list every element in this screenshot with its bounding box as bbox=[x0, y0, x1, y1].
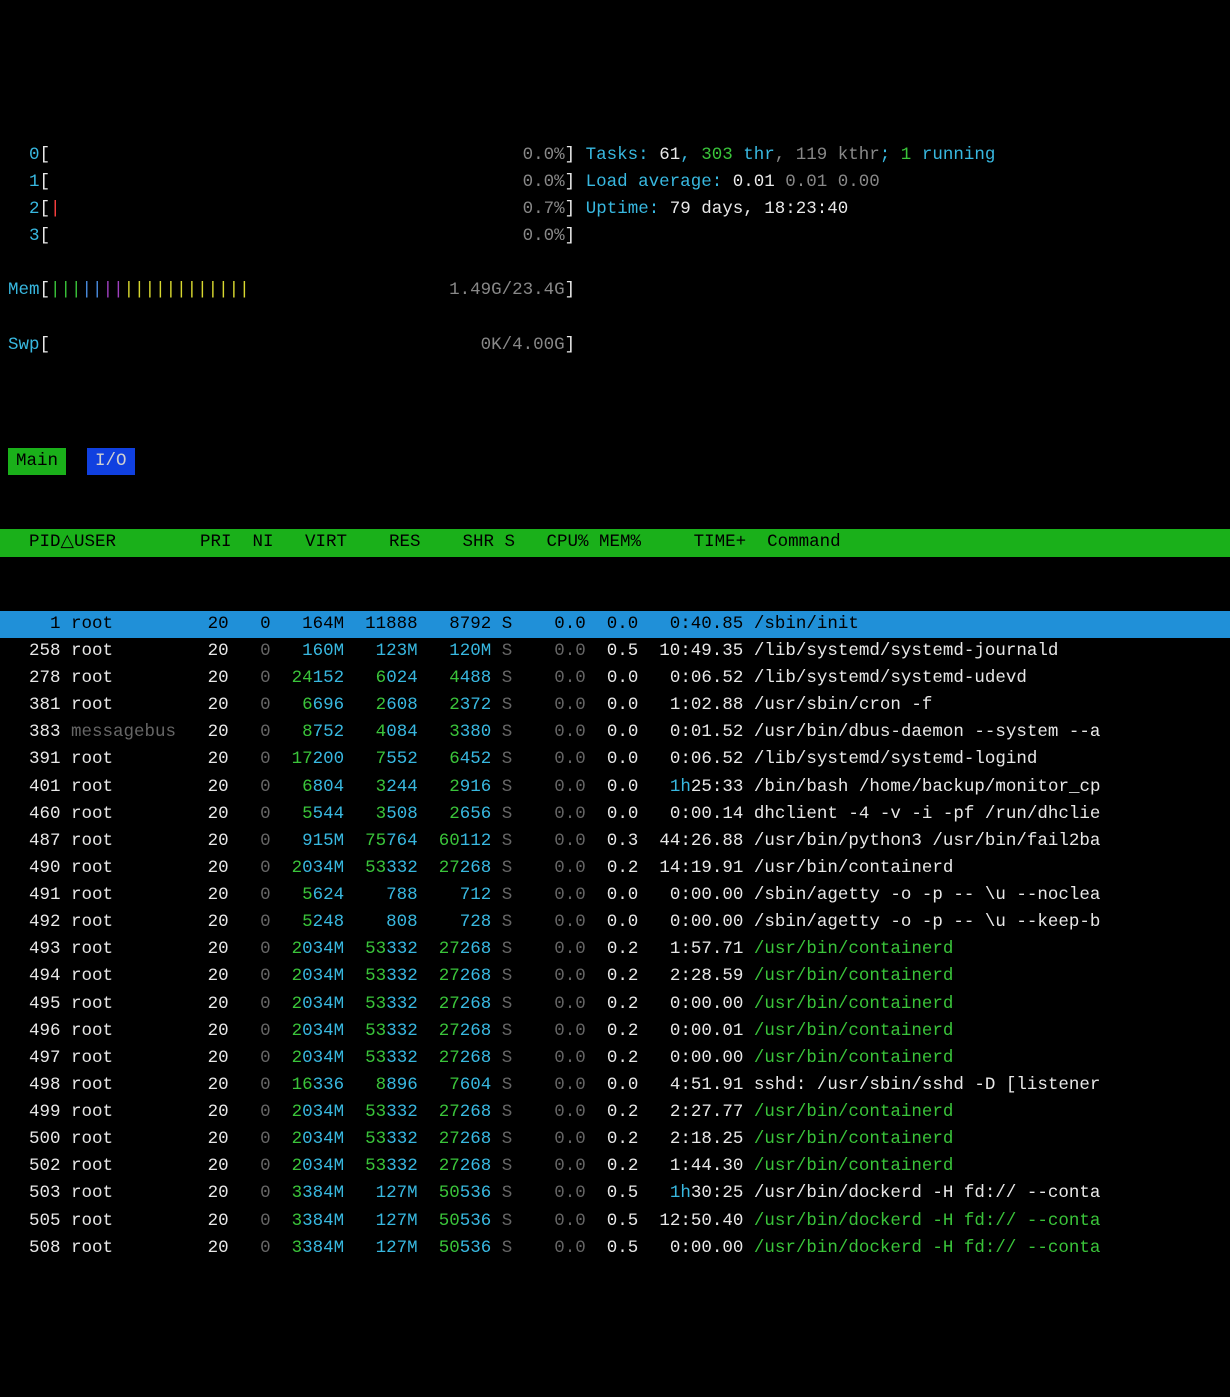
tab-io[interactable]: I/O bbox=[87, 448, 135, 475]
process-row[interactable]: 500 root 20 0 2034M 53332 27268 S 0.0 0.… bbox=[0, 1126, 1230, 1153]
process-row[interactable]: 258 root 20 0 160M 123M 120M S 0.0 0.5 1… bbox=[0, 638, 1230, 665]
process-row[interactable]: 497 root 20 0 2034M 53332 27268 S 0.0 0.… bbox=[0, 1045, 1230, 1072]
process-row[interactable]: 391 root 20 0 17200 7552 6452 S 0.0 0.0 … bbox=[0, 746, 1230, 773]
process-row[interactable]: 493 root 20 0 2034M 53332 27268 S 0.0 0.… bbox=[0, 936, 1230, 963]
process-row[interactable]: 492 root 20 0 5248 808 728 S 0.0 0.0 0:0… bbox=[0, 909, 1230, 936]
process-row[interactable]: 1 root 20 0 164M 11888 8792 S 0.0 0.0 0:… bbox=[0, 611, 1230, 638]
mem-meter: Mem[||||||||||||||||||| 1.49G/23.4G] bbox=[8, 277, 1230, 304]
cpu-meter-0: 0[ 0.0%] Tasks: 61, 303 thr, 119 kthr; 1… bbox=[8, 142, 1230, 169]
process-row[interactable]: 487 root 20 0 915M 75764 60112 S 0.0 0.3… bbox=[0, 828, 1230, 855]
process-row[interactable]: 496 root 20 0 2034M 53332 27268 S 0.0 0.… bbox=[0, 1018, 1230, 1045]
process-row[interactable]: 498 root 20 0 16336 8896 7604 S 0.0 0.0 … bbox=[0, 1072, 1230, 1099]
process-row[interactable]: 491 root 20 0 5624 788 712 S 0.0 0.0 0:0… bbox=[0, 882, 1230, 909]
process-row[interactable]: 278 root 20 0 24152 6024 4488 S 0.0 0.0 … bbox=[0, 665, 1230, 692]
column-header[interactable]: PID△USER PRI NI VIRT RES SHR S CPU% MEM%… bbox=[0, 529, 1230, 556]
cpu-meter-1: 1[ 0.0%] Load average: 0.01 0.01 0.00 bbox=[8, 169, 1230, 196]
process-row[interactable]: 383 messagebus 20 0 8752 4084 3380 S 0.0… bbox=[0, 719, 1230, 746]
tab-main[interactable]: Main bbox=[8, 448, 66, 475]
process-row[interactable]: 502 root 20 0 2034M 53332 27268 S 0.0 0.… bbox=[0, 1153, 1230, 1180]
process-row[interactable]: 508 root 20 0 3384M 127M 50536 S 0.0 0.5… bbox=[0, 1235, 1230, 1262]
cpu-meter-3: 3[ 0.0%] bbox=[8, 223, 1230, 250]
cpu-meter-2: 2[| 0.7%] Uptime: 79 days, 18:23:40 bbox=[8, 196, 1230, 223]
htop-header: 0[ 0.0%] Tasks: 61, 303 thr, 119 kthr; 1… bbox=[0, 109, 1230, 386]
process-list[interactable]: 1 root 20 0 164M 11888 8792 S 0.0 0.0 0:… bbox=[0, 611, 1230, 1262]
process-row[interactable]: 494 root 20 0 2034M 53332 27268 S 0.0 0.… bbox=[0, 963, 1230, 990]
process-row[interactable]: 503 root 20 0 3384M 127M 50536 S 0.0 0.5… bbox=[0, 1180, 1230, 1207]
process-row[interactable]: 381 root 20 0 6696 2608 2372 S 0.0 0.0 1… bbox=[0, 692, 1230, 719]
process-row[interactable]: 490 root 20 0 2034M 53332 27268 S 0.0 0.… bbox=[0, 855, 1230, 882]
process-row[interactable]: 495 root 20 0 2034M 53332 27268 S 0.0 0.… bbox=[0, 991, 1230, 1018]
tab-bar: Main I/O bbox=[0, 448, 1230, 475]
swp-meter: Swp[ 0K/4.00G] bbox=[8, 332, 1230, 359]
process-row[interactable]: 499 root 20 0 2034M 53332 27268 S 0.0 0.… bbox=[0, 1099, 1230, 1126]
process-row[interactable]: 401 root 20 0 6804 3244 2916 S 0.0 0.0 1… bbox=[0, 774, 1230, 801]
process-row[interactable]: 460 root 20 0 5544 3508 2656 S 0.0 0.0 0… bbox=[0, 801, 1230, 828]
process-row[interactable]: 505 root 20 0 3384M 127M 50536 S 0.0 0.5… bbox=[0, 1208, 1230, 1235]
